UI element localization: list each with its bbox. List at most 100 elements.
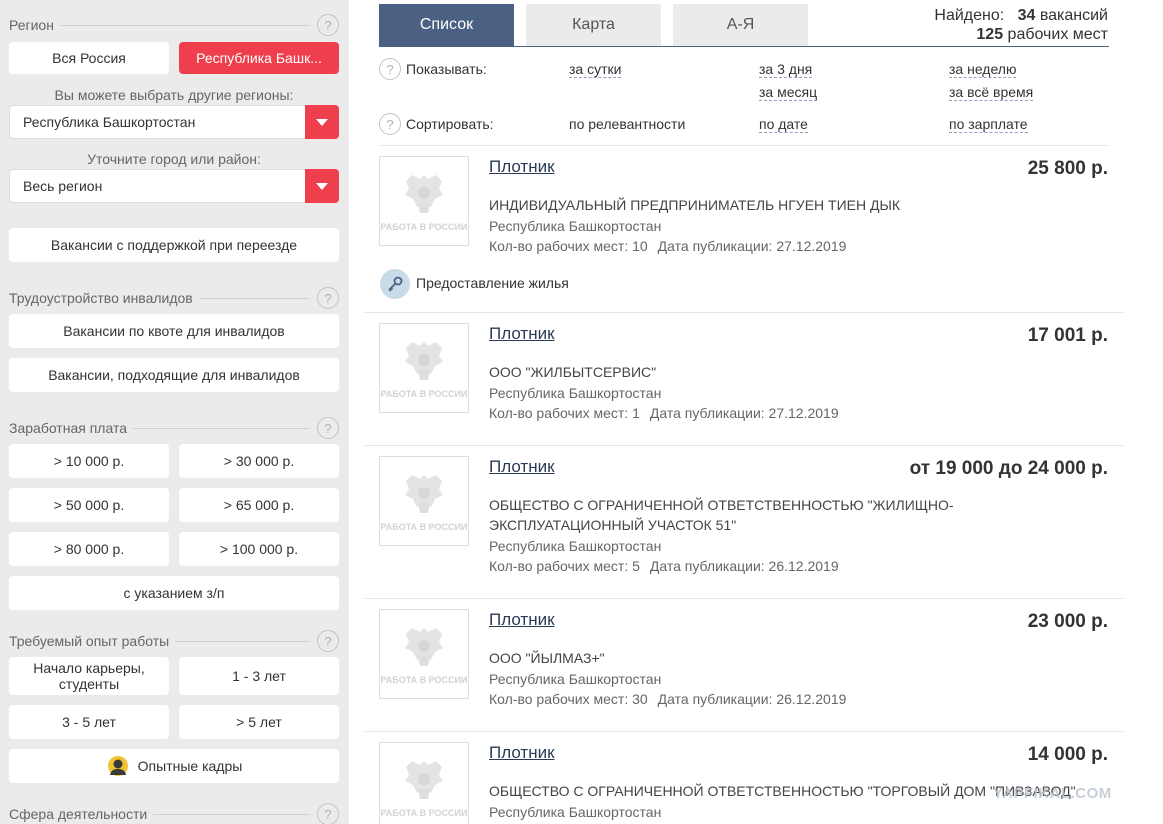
logo-caption: РАБОТА В РОССИИ [380,675,468,685]
suitable-vacancies-button[interactable]: Вакансии, подходящие для инвалидов [9,358,339,392]
chevron-down-icon[interactable] [305,169,339,203]
job-company: ООО "ЙЫЛМАЗ+" [489,650,605,666]
chevron-down-icon[interactable] [305,105,339,139]
job-date: Дата публикации: 26.12.2019 [649,558,839,574]
salary-65000-button[interactable]: > 65 000 р. [179,488,339,522]
employer-logo: РАБОТА В РОССИИ [379,323,469,413]
help-icon[interactable]: ? [317,14,339,36]
help-icon[interactable]: ? [317,287,339,309]
job-title-link[interactable]: Плотник [489,457,555,477]
help-icon[interactable]: ? [317,630,339,652]
relocation-support-button[interactable]: Вакансии с поддержкой при переезде [9,228,339,262]
divider [365,445,1123,446]
worker-icon [107,756,128,776]
job-places: Кол-во рабочих мест: 1 [489,405,640,421]
job-date: Дата публикации: 26.12.2019 [657,691,847,707]
help-icon[interactable]: ? [317,417,339,439]
divider [365,598,1123,599]
salary-100000-button[interactable]: > 100 000 р. [179,532,339,566]
employer-logo: РАБОТА В РОССИИ [379,456,469,546]
job-places: Кол-во рабочих мест: 30 [489,691,648,707]
job-salary: от 19 000 до 24 000 р. [909,458,1108,479]
logo-caption: РАБОТА В РОССИИ [380,808,468,818]
job-region: Республика Башкортостан [489,218,662,234]
experience-1-3-button[interactable]: 1 - 3 лет [179,657,339,695]
show-label: Показывать: [406,61,487,77]
city-select[interactable]: Весь регион [9,169,339,203]
job-title-link[interactable]: Плотник [489,743,555,763]
divider [379,145,1109,146]
job-company: ИНДИВИДУАЛЬНЫЙ ПРЕДПРИНИМАТЕЛЬ НГУЕН ТИЕ… [489,197,901,213]
experience-3-5-button[interactable]: 3 - 5 лет [9,705,169,739]
career-start-button[interactable]: Начало карьеры, студенты [9,657,169,695]
divider [153,813,309,815]
help-icon[interactable]: ? [379,113,401,135]
logo-caption: РАБОТА В РОССИИ [380,222,468,232]
job-salary: 23 000 р. [1027,611,1108,632]
sort-salary-link[interactable]: по зарплате [949,116,1028,133]
job-salary: 17 001 р. [1027,325,1108,346]
period-week-link[interactable]: за неделю [949,61,1017,78]
all-russia-button[interactable]: Вся Россия [9,42,169,74]
job-company: ОБЩЕСТВО С ОГРАНИЧЕННОЙ ОТВЕТСТВЕННОСТЬЮ… [489,497,954,533]
job-title-link[interactable]: Плотник [489,157,555,177]
divider [198,297,309,299]
experience-section-title: Требуемый опыт работы ? [9,630,339,652]
quota-vacancies-button[interactable]: Вакансии по квоте для инвалидов [9,314,339,348]
vacancies-word: вакансий [1039,7,1108,24]
experience-5-plus-button[interactable]: > 5 лет [179,705,339,739]
job-title-link[interactable]: Плотник [489,324,555,344]
key-icon [380,269,410,299]
job-meta: Кол-во рабочих мест: 5 Дата публикации: 2… [489,558,839,574]
job-region: Республика Башкортостан [489,671,662,687]
region-section-title: Регион ? [9,14,339,36]
employer-logo: РАБОТА В РОССИИ [379,742,469,824]
salary-10000-button[interactable]: > 10 000 р. [9,444,169,478]
job-places: Кол-во рабочих мест: 5 [489,558,640,574]
tab-alphabet[interactable]: А-Я [673,4,808,46]
period-month-link[interactable]: за месяц [759,84,818,101]
sort-label: Сортировать: [406,116,494,132]
places-count: 125 [976,26,1004,43]
housing-label: Предоставление жилья [416,275,569,291]
job-region: Республика Башкортостан [489,538,662,554]
sort-date-link[interactable]: по дате [759,116,808,133]
period-3days-link[interactable]: за 3 дня [759,61,813,78]
selected-region-button[interactable]: Республика Башк... [179,42,339,74]
tab-map[interactable]: Карта [526,4,661,46]
region-select[interactable]: Республика Башкортостан [9,105,339,139]
sort-relevance-option[interactable]: по релевантности [569,116,685,132]
city-select-value: Весь регион [23,178,103,194]
help-icon[interactable]: ? [317,803,339,824]
period-day-link[interactable]: за сутки [569,61,622,78]
sphere-section-title: Сфера деятельности ? [9,803,339,824]
help-icon[interactable]: ? [379,58,401,80]
divider [59,24,309,26]
period-all-link[interactable]: за всё время [949,84,1034,101]
employer-logo: РАБОТА В РОССИИ [379,609,469,699]
divider [365,312,1123,313]
job-salary: 14 000 р. [1027,744,1108,765]
vacancies-count: 34 [1017,7,1036,24]
experienced-staff-button[interactable]: Опытные кадры [9,749,339,783]
salary-section-title: Заработная плата ? [9,417,339,439]
job-title-link[interactable]: Плотник [489,610,555,630]
divider [175,640,309,642]
logo-caption: РАБОТА В РОССИИ [380,522,468,532]
results-count: Найдено: 34 вакансий 125 рабочих мест [934,6,1108,44]
job-date: Дата публикации: 27.12.2019 [649,405,839,421]
filter-sidebar: Регион ? Вся Россия Республика Башк... В… [0,0,349,824]
divider [132,427,309,429]
employer-logo: РАБОТА В РОССИИ [379,156,469,246]
logo-caption: РАБОТА В РОССИИ [380,389,468,399]
salary-80000-button[interactable]: > 80 000 р. [9,532,169,566]
job-region: Республика Башкортостан [489,385,662,401]
job-meta: Кол-во рабочих мест: 10 Дата публикации: … [489,238,846,254]
job-region: Республика Башкортостан [489,804,662,820]
salary-30000-button[interactable]: > 30 000 р. [179,444,339,478]
choose-region-hint: Вы можете выбрать другие регионы: [54,87,294,103]
region-select-value: Республика Башкортостан [23,114,196,130]
tab-list[interactable]: Список [379,4,514,46]
salary-50000-button[interactable]: > 50 000 р. [9,488,169,522]
with-salary-button[interactable]: с указанием з/п [9,576,339,610]
